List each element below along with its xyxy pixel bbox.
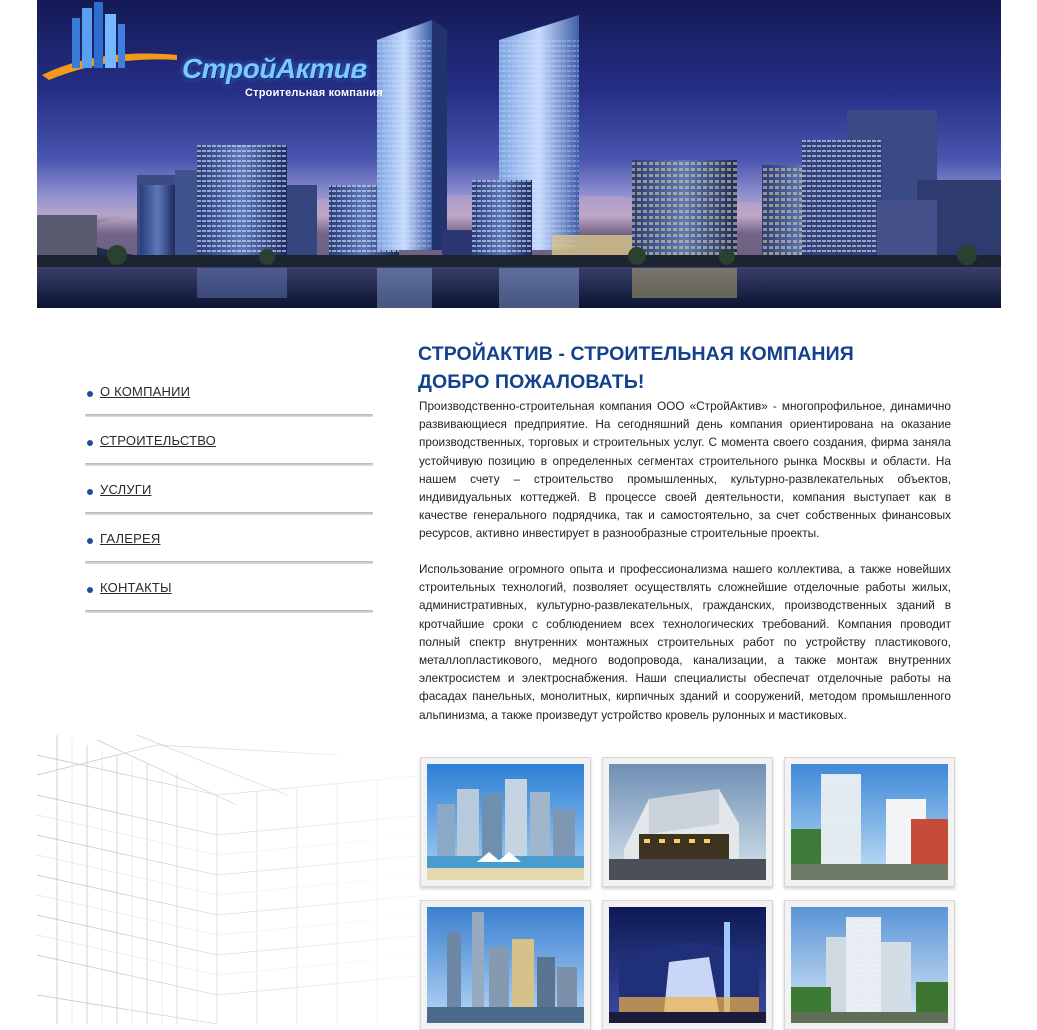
gallery-thumb-1[interactable] bbox=[420, 757, 591, 887]
intro-paragraph-2: Использование огромного опыта и професси… bbox=[419, 562, 951, 722]
nav-link-construction[interactable]: СТРОИТЕЛЬСТВО bbox=[100, 433, 216, 448]
building-photo-icon bbox=[609, 907, 766, 1023]
nav-divider bbox=[85, 463, 373, 466]
nav-divider bbox=[85, 414, 373, 417]
nav-link-contacts[interactable]: КОНТАКТЫ bbox=[100, 580, 172, 595]
nav-item-construction: СТРОИТЕЛЬСТВО bbox=[85, 427, 373, 476]
gallery-thumb-6[interactable] bbox=[784, 900, 955, 1030]
building-sketch-image bbox=[37, 735, 427, 1024]
gallery-thumb-4[interactable] bbox=[420, 900, 591, 1030]
header-banner: СтройАктив Строительная компания bbox=[37, 0, 1001, 308]
nav-divider bbox=[85, 561, 373, 564]
nav-link-services[interactable]: УСЛУГИ bbox=[100, 482, 152, 497]
nav-link-about[interactable]: О КОМПАНИИ bbox=[100, 384, 190, 399]
page-title-line1: СТРОЙАКТИВ - СТРОИТЕЛЬНАЯ КОМПАНИЯ bbox=[418, 343, 854, 365]
bullet-icon bbox=[87, 587, 93, 593]
bullet-icon bbox=[87, 538, 93, 544]
gallery-thumb-3[interactable] bbox=[784, 757, 955, 887]
logo-subtitle: Строительная компания bbox=[245, 87, 383, 99]
page-title: СТРОЙАКТИВ - СТРОИТЕЛЬНАЯ КОМПАНИЯ ДОБРО… bbox=[418, 340, 958, 396]
building-photo-icon bbox=[609, 764, 766, 880]
nav-item-gallery: ГАЛЕРЕЯ bbox=[85, 525, 373, 574]
nav-item-about: О КОМПАНИИ bbox=[85, 378, 373, 427]
nav-link-gallery[interactable]: ГАЛЕРЕЯ bbox=[100, 531, 160, 546]
building-photo-icon bbox=[427, 764, 584, 880]
nav-item-services: УСЛУГИ bbox=[85, 476, 373, 525]
gallery-thumb-5[interactable] bbox=[602, 900, 773, 1030]
sidebar-nav: О КОМПАНИИ СТРОИТЕЛЬСТВО УСЛУГИ ГАЛЕРЕЯ … bbox=[85, 378, 373, 623]
building-photo-icon bbox=[791, 907, 948, 1023]
bullet-icon bbox=[87, 489, 93, 495]
nav-item-contacts: КОНТАКТЫ bbox=[85, 574, 373, 623]
building-photo-icon bbox=[427, 907, 584, 1023]
bullet-icon bbox=[87, 440, 93, 446]
intro-paragraph-1: Производственно-строительная компания ОО… bbox=[419, 399, 951, 541]
nav-divider bbox=[85, 512, 373, 515]
page-title-line2: ДОБРО ПОЖАЛОВАТЬ! bbox=[418, 371, 645, 393]
bullet-icon bbox=[87, 391, 93, 397]
gallery-thumb-2[interactable] bbox=[602, 757, 773, 887]
building-photo-icon bbox=[791, 764, 948, 880]
nav-divider bbox=[85, 610, 373, 613]
logo-text[interactable]: СтройАктив bbox=[182, 53, 367, 85]
